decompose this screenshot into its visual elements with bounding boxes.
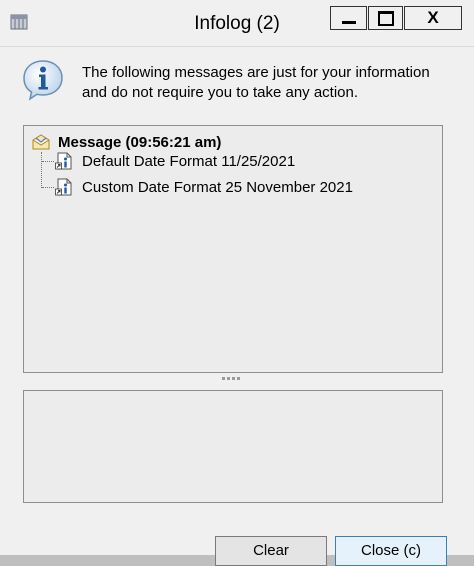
minimize-button[interactable] [330,6,367,30]
tree-connector [42,161,54,162]
clear-button[interactable]: Clear [215,536,327,566]
info-message: The following messages are just for your… [82,64,430,101]
tree-connector [41,152,42,188]
grip-dot [222,377,225,380]
tree-item-custom-date[interactable]: Custom Date Format 25 November 2021 [54,177,353,197]
close-button[interactable]: Close (c) [335,536,447,566]
tree-item-label: Default Date Format 11/25/2021 [82,152,296,170]
splitter-handle[interactable] [222,377,244,381]
info-icon [23,60,63,101]
maximize-icon [377,10,394,26]
title-bar[interactable]: Infolog (2) X [0,0,474,47]
tree-item-label: Custom Date Format 25 November 2021 [82,178,353,196]
tree-root-message[interactable]: Message (09:56:21 am) [32,132,221,152]
maximize-button[interactable] [368,6,403,30]
close-window-button[interactable]: X [404,6,462,30]
minimize-icon [341,20,356,24]
tree-connector [42,187,54,188]
message-tree[interactable]: Message (09:56:21 am) Default Date Forma… [23,125,443,373]
info-document-icon [55,152,72,170]
tree-root-label: Message (09:56:21 am) [58,133,222,151]
grip-dot [237,377,240,380]
grip-dot [232,377,235,380]
infolog-window: Infolog (2) X The following messages are… [0,0,474,566]
info-document-icon [55,178,72,196]
message-envelope-icon [32,134,50,150]
message-detail-pane[interactable] [23,390,443,503]
close-icon: X [427,8,439,27]
tree-item-default-date[interactable]: Default Date Format 11/25/2021 [54,151,295,171]
grip-dot [227,377,230,380]
